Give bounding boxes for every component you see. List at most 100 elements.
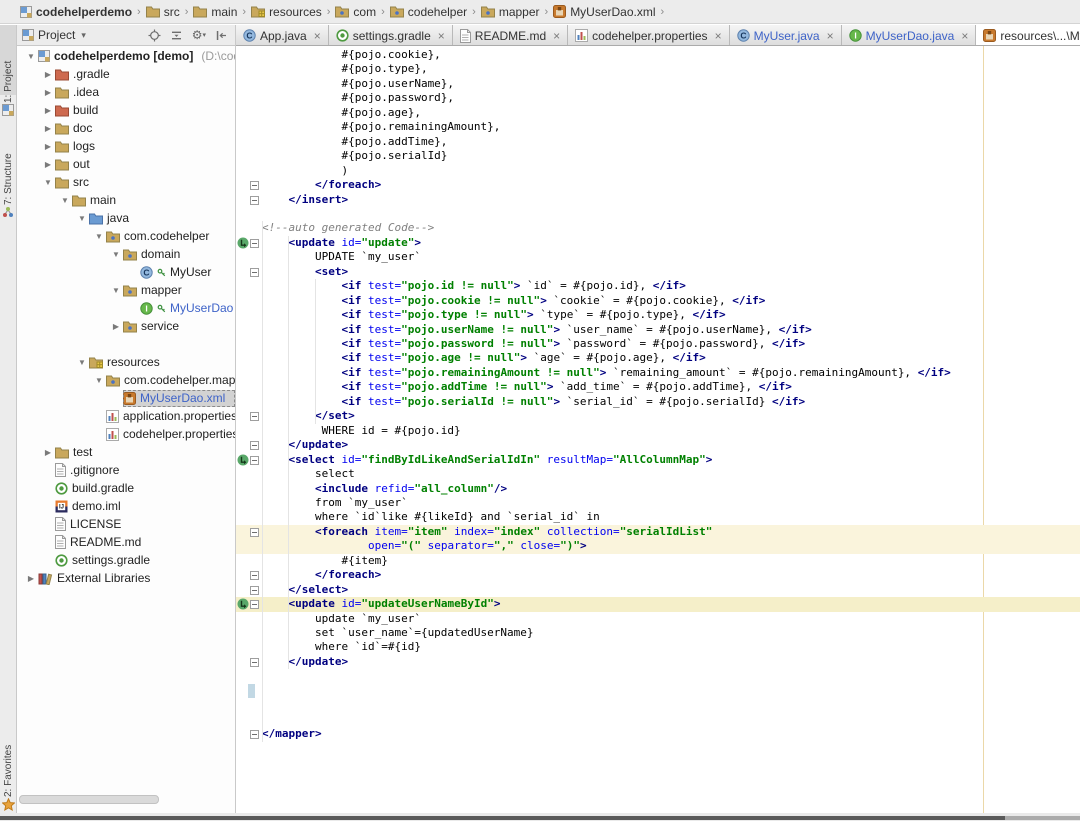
settings-icon[interactable]: ⚙▾ <box>192 29 206 41</box>
tool-button----favorites[interactable]: 2: Favorites <box>3 745 14 797</box>
code-line-20[interactable]: <if test="pojo.userName != null"> `user_… <box>236 323 1080 337</box>
code-line-10[interactable]: </foreach> <box>236 178 1080 192</box>
tool-button----project[interactable]: 1: Project <box>3 61 14 103</box>
tree-item-build[interactable]: ▶build <box>17 101 235 119</box>
fold-icon[interactable] <box>250 730 259 739</box>
code-line-19[interactable]: <if test="pojo.type != null"> `type` = #… <box>236 308 1080 322</box>
star-icon[interactable] <box>2 798 15 811</box>
tab-settings.gradle[interactable]: settings.gradle× <box>329 25 453 46</box>
close-icon[interactable]: × <box>553 29 560 43</box>
collapsed-arrow-icon[interactable]: ▶ <box>41 142 55 151</box>
fold-icon[interactable] <box>250 239 259 248</box>
collapsed-arrow-icon[interactable]: ▶ <box>41 88 55 97</box>
tree-item-main[interactable]: ▼main <box>17 191 235 209</box>
tree-item-external-libraries[interactable]: ▶External Libraries <box>17 569 235 587</box>
expanded-arrow-icon[interactable]: ▼ <box>75 214 89 223</box>
expanded-arrow-icon[interactable]: ▼ <box>41 178 55 187</box>
tree-item-myuserdao.xml[interactable]: MyUserDao.xml <box>17 389 235 407</box>
code-line-43[interactable]: </update> <box>236 655 1080 669</box>
code-line-2[interactable]: #{pojo.type}, <box>236 62 1080 76</box>
code-line-28[interactable]: </update> <box>236 438 1080 452</box>
code-line-32[interactable]: from `my_user` <box>236 496 1080 510</box>
fold-icon[interactable] <box>250 571 259 580</box>
tab-codehelper.properties[interactable]: codehelper.properties× <box>568 25 729 46</box>
code-line-12[interactable] <box>236 207 1080 221</box>
breadcrumb-item-resources[interactable]: resources <box>251 5 322 19</box>
fold-icon[interactable] <box>250 586 259 595</box>
tab-readme.md[interactable]: README.md× <box>453 25 568 46</box>
collapsed-arrow-icon[interactable]: ▶ <box>41 448 55 457</box>
close-icon[interactable]: × <box>961 29 968 43</box>
tab-myuser.java[interactable]: CMyUser.java× <box>730 25 842 46</box>
nav-icon[interactable] <box>237 598 249 610</box>
code-line-13[interactable]: <!--auto generated Code--> <box>236 221 1080 235</box>
code-line-33[interactable]: where `id`like #{likeId} and `serial_id`… <box>236 510 1080 524</box>
collapsed-arrow-icon[interactable]: ▶ <box>41 124 55 133</box>
tree-item-.gitignore[interactable]: .gitignore <box>17 461 235 479</box>
breadcrumb-item-codehelperdemo[interactable]: codehelperdemo <box>20 5 132 19</box>
tree-item-service[interactable]: ▶service <box>17 317 235 335</box>
expanded-arrow-icon[interactable]: ▼ <box>58 196 72 205</box>
expanded-arrow-icon[interactable]: ▼ <box>75 358 89 367</box>
fold-icon[interactable] <box>250 268 259 277</box>
tab-app.java[interactable]: CApp.java× <box>236 25 329 46</box>
tree-item-myuserdao[interactable]: IMyUserDao <box>17 299 235 317</box>
code-line-24[interactable]: <if test="pojo.addTime != null"> `add_ti… <box>236 380 1080 394</box>
code-line-41[interactable]: set `user_name`={updatedUserName} <box>236 626 1080 640</box>
project-tool-icon[interactable] <box>2 104 14 116</box>
expanded-arrow-icon[interactable]: ▼ <box>92 376 106 385</box>
fold-icon[interactable] <box>250 456 259 465</box>
code-line-48[interactable]: </mapper> <box>236 727 1080 741</box>
code-line-36[interactable]: #{item} <box>236 554 1080 568</box>
code-line-45[interactable] <box>236 684 1080 698</box>
code-line-15[interactable]: UPDATE `my_user` <box>236 250 1080 264</box>
tree-item-license[interactable]: LICENSE <box>17 515 235 533</box>
code-line-3[interactable]: #{pojo.userName}, <box>236 77 1080 91</box>
tree-item-com.codehelper.mapper[interactable]: ▼com.codehelper.mapper <box>17 371 235 389</box>
code-line-14[interactable]: <update id="update"> <box>236 236 1080 250</box>
collapsed-arrow-icon[interactable]: ▶ <box>24 574 38 583</box>
chevron-down-icon[interactable]: ▾ <box>81 30 86 41</box>
collapsed-arrow-icon[interactable]: ▶ <box>109 322 123 331</box>
code-line-11[interactable]: </insert> <box>236 193 1080 207</box>
tree-horizontal-scrollbar[interactable] <box>19 795 159 804</box>
tree-item-build.gradle[interactable]: build.gradle <box>17 479 235 497</box>
code-line-1[interactable]: #{pojo.cookie}, <box>236 48 1080 62</box>
expanded-arrow-icon[interactable]: ▼ <box>92 232 106 241</box>
collapsed-arrow-icon[interactable]: ▶ <box>41 160 55 169</box>
fold-icon[interactable] <box>250 528 259 537</box>
tree-item-myuser[interactable]: CMyUser <box>17 263 235 281</box>
expanded-arrow-icon[interactable]: ▼ <box>109 286 123 295</box>
fold-icon[interactable] <box>250 600 259 609</box>
code-line-34[interactable]: <foreach item="item" index="index" colle… <box>236 525 1080 539</box>
expanded-arrow-icon[interactable]: ▼ <box>109 250 123 259</box>
code-line-26[interactable]: </set> <box>236 409 1080 423</box>
tool-button----structure[interactable]: 7: Structure <box>3 153 14 205</box>
tree-item-mapper[interactable]: ▼mapper <box>17 281 235 299</box>
code-line-29[interactable]: <select id="findByIdLikeAndSerialIdIn" r… <box>236 453 1080 467</box>
code-line-17[interactable]: <if test="pojo.id != null"> `id` = #{poj… <box>236 279 1080 293</box>
code-line-16[interactable]: <set> <box>236 265 1080 279</box>
fold-icon[interactable] <box>250 658 259 667</box>
code-line-44[interactable] <box>236 669 1080 683</box>
tree-item-codehelper.properties[interactable]: codehelper.properties <box>17 425 235 443</box>
code-line-22[interactable]: <if test="pojo.age != null"> `age` = #{p… <box>236 351 1080 365</box>
tree-item-readme.md[interactable]: README.md <box>17 533 235 551</box>
tree-item-com.codehelper[interactable]: ▼com.codehelper <box>17 227 235 245</box>
close-icon[interactable]: × <box>314 29 321 43</box>
nav-icon[interactable] <box>237 237 249 249</box>
code-line-9[interactable]: ) <box>236 164 1080 178</box>
tree-item-out[interactable]: ▶out <box>17 155 235 173</box>
fold-icon[interactable] <box>250 181 259 190</box>
code-line-40[interactable]: update `my_user` <box>236 612 1080 626</box>
code-line-7[interactable]: #{pojo.addTime}, <box>236 135 1080 149</box>
tree-item-domain[interactable]: ▼domain <box>17 245 235 263</box>
tree-item-.gradle[interactable]: ▶.gradle <box>17 65 235 83</box>
project-panel-title[interactable]: Project <box>38 28 75 42</box>
tree-item-src[interactable]: ▼src <box>17 173 235 191</box>
breadcrumb-item-main[interactable]: main <box>193 5 237 19</box>
tree-item-.idea[interactable]: ▶.idea <box>17 83 235 101</box>
code-line-31[interactable]: <include refid="all_column"/> <box>236 482 1080 496</box>
close-icon[interactable]: × <box>827 29 834 43</box>
tree-item-demo.iml[interactable]: IJdemo.iml <box>17 497 235 515</box>
